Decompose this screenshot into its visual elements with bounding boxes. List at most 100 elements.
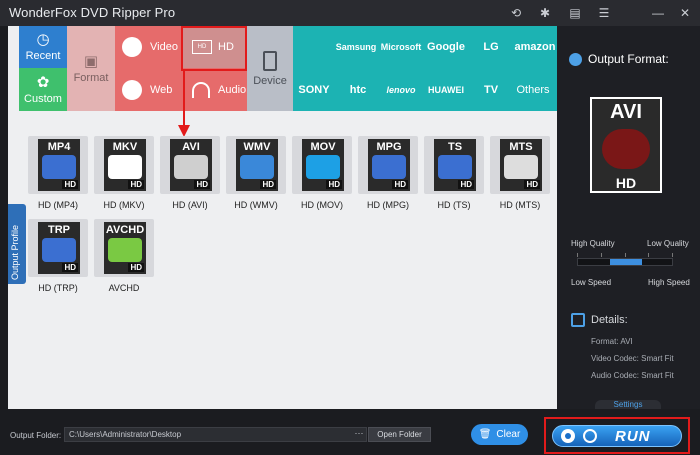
details-audio-codec: Audio Codec: Smart Fit	[591, 371, 674, 380]
format-item-wmv[interactable]: WMV HD HD (WMV)	[224, 136, 288, 216]
feedback-icon[interactable]: ▤	[567, 5, 583, 21]
format-hd-mark: HD	[260, 180, 276, 189]
format-hd-mark: HD	[62, 263, 78, 272]
selected-format-icon[interactable]: AVI HD	[590, 97, 662, 193]
bottom-bar: Output Folder: C:\Users\Administrator\De…	[0, 409, 700, 455]
brand-huawei[interactable]: HUAWEI	[426, 69, 466, 111]
run-label: RUN	[615, 427, 651, 445]
output-profile-tab-label: Output Profile	[10, 224, 20, 280]
brand-others[interactable]: Others	[513, 69, 553, 111]
run-button[interactable]: RUN	[552, 425, 682, 447]
globe-icon	[583, 429, 597, 443]
low-quality-label: Low Quality	[647, 239, 689, 248]
brand-lg[interactable]: LG	[471, 26, 511, 68]
brand-sony[interactable]: SONY	[294, 69, 334, 111]
brand-lenovo[interactable]: lenovo	[381, 69, 421, 111]
disc-film-art	[602, 129, 650, 169]
close-icon[interactable]: ✕	[677, 5, 693, 21]
format-item-ts[interactable]: TS HD HD (TS)	[422, 136, 486, 216]
format-tile[interactable]: TRP HD	[28, 219, 88, 277]
format-badge-text: MOV	[310, 141, 336, 153]
format-tile[interactable]: MOV HD	[292, 136, 352, 194]
high-speed-label: High Speed	[648, 278, 690, 287]
output-folder-label: Output Folder:	[10, 431, 62, 440]
format-hd-mark: HD	[194, 180, 210, 189]
menu-icon[interactable]: ☰	[596, 5, 612, 21]
brand-samsung[interactable]: Samsung	[336, 26, 377, 68]
category-device[interactable]: Device	[247, 26, 293, 111]
format-item-mov[interactable]: MOV HD HD (MOV)	[290, 136, 354, 216]
category-audio-label: Audio	[218, 83, 247, 96]
format-hd-mark: HD	[392, 180, 408, 189]
format-art	[504, 155, 538, 179]
category-video[interactable]: Video	[115, 26, 181, 68]
brand-google[interactable]: Google	[426, 26, 466, 68]
settings-gear-icon[interactable]: ✱	[537, 5, 553, 21]
category-device-label: Device	[253, 74, 287, 87]
format-tile[interactable]: MKV HD	[94, 136, 154, 194]
format-item-avi[interactable]: AVI HD HD (AVI)	[158, 136, 222, 216]
browse-button[interactable]: ···	[352, 427, 366, 442]
format-tile[interactable]: MPG HD	[358, 136, 418, 194]
brand-tv[interactable]: TV	[471, 69, 511, 111]
format-tile[interactable]: TS HD	[424, 136, 484, 194]
category-format[interactable]: ▣ Format	[67, 26, 115, 111]
format-item-avchd[interactable]: AVCHD HD AVCHD	[92, 219, 156, 299]
format-hd-mark: HD	[524, 180, 540, 189]
settings-button[interactable]: Settings	[595, 400, 661, 409]
output-format-label: Output Format:	[588, 52, 669, 66]
play-icon	[122, 37, 142, 57]
format-tile[interactable]: AVCHD HD	[94, 219, 154, 277]
minimize-icon[interactable]: —	[650, 5, 666, 21]
gear-icon: ✿	[36, 73, 50, 91]
format-art	[42, 238, 76, 262]
format-item-mpg[interactable]: MPG HD HD (MPG)	[356, 136, 420, 216]
apple-logo-icon	[296, 28, 336, 70]
brand-htc[interactable]: htc	[338, 69, 378, 111]
format-tile[interactable]: AVI HD	[160, 136, 220, 194]
category-custom[interactable]: ✿ Custom	[19, 68, 67, 111]
settings-label: Settings	[613, 400, 643, 409]
output-profile-tab[interactable]: Output Profile	[8, 204, 26, 284]
format-item-trp[interactable]: TRP HD HD (TRP)	[26, 219, 90, 299]
hd-highlight	[181, 26, 247, 71]
quality-ticks	[577, 253, 673, 257]
quality-slider-handle[interactable]	[610, 259, 642, 265]
clear-button[interactable]: 🗑 Clear	[471, 424, 528, 445]
format-badge-icon: MKV HD	[104, 139, 146, 191]
format-art	[108, 238, 142, 262]
output-folder-field[interactable]: C:\Users\Administrator\Desktop	[64, 427, 367, 442]
format-item-mp4[interactable]: MP4 HD HD (MP4)	[26, 136, 90, 216]
format-hd-mark: HD	[62, 180, 78, 189]
trash-icon: 🗑	[478, 429, 492, 440]
refresh-icon[interactable]: ⟲	[508, 5, 524, 21]
format-item-mkv[interactable]: MKV HD HD (MKV)	[92, 136, 156, 216]
brand-microsoft[interactable]: Microsoft	[381, 26, 422, 68]
format-hd-mark: HD	[458, 180, 474, 189]
format-badge-text: TS	[447, 141, 463, 153]
format-tile[interactable]: MTS HD	[490, 136, 550, 194]
format-hd-mark: HD	[128, 180, 144, 189]
open-folder-button[interactable]: Open Folder	[368, 427, 431, 442]
red-arrow-icon	[178, 71, 190, 137]
format-badge-icon: AVI HD	[170, 139, 212, 191]
format-badge-text: TRP	[48, 224, 70, 236]
quality-speed-slider[interactable]	[577, 258, 673, 266]
format-art	[306, 155, 340, 179]
format-badge-text: AVCHD	[105, 224, 145, 236]
category-video-label: Video	[150, 41, 178, 53]
title-bar: WonderFox DVD Ripper Pro ⟲ ✱ ▤ ☰ — ✕	[0, 0, 700, 26]
format-item-mts[interactable]: MTS HD HD (MTS)	[488, 136, 552, 216]
headphones-icon	[192, 81, 210, 98]
brand-amazon[interactable]: amazon	[515, 26, 556, 68]
selected-format-hd: HD	[615, 175, 637, 191]
format-tile[interactable]: MP4 HD	[28, 136, 88, 194]
format-tile[interactable]: WMV HD	[226, 136, 286, 194]
format-badge-text: WMV	[243, 141, 271, 153]
category-web[interactable]: Web	[115, 68, 181, 111]
category-recent[interactable]: ◷ Recent	[19, 26, 67, 68]
selected-format-badge: AVI	[610, 101, 642, 123]
phone-icon	[263, 50, 277, 71]
output-gear-icon	[569, 52, 582, 66]
format-art	[174, 155, 208, 179]
